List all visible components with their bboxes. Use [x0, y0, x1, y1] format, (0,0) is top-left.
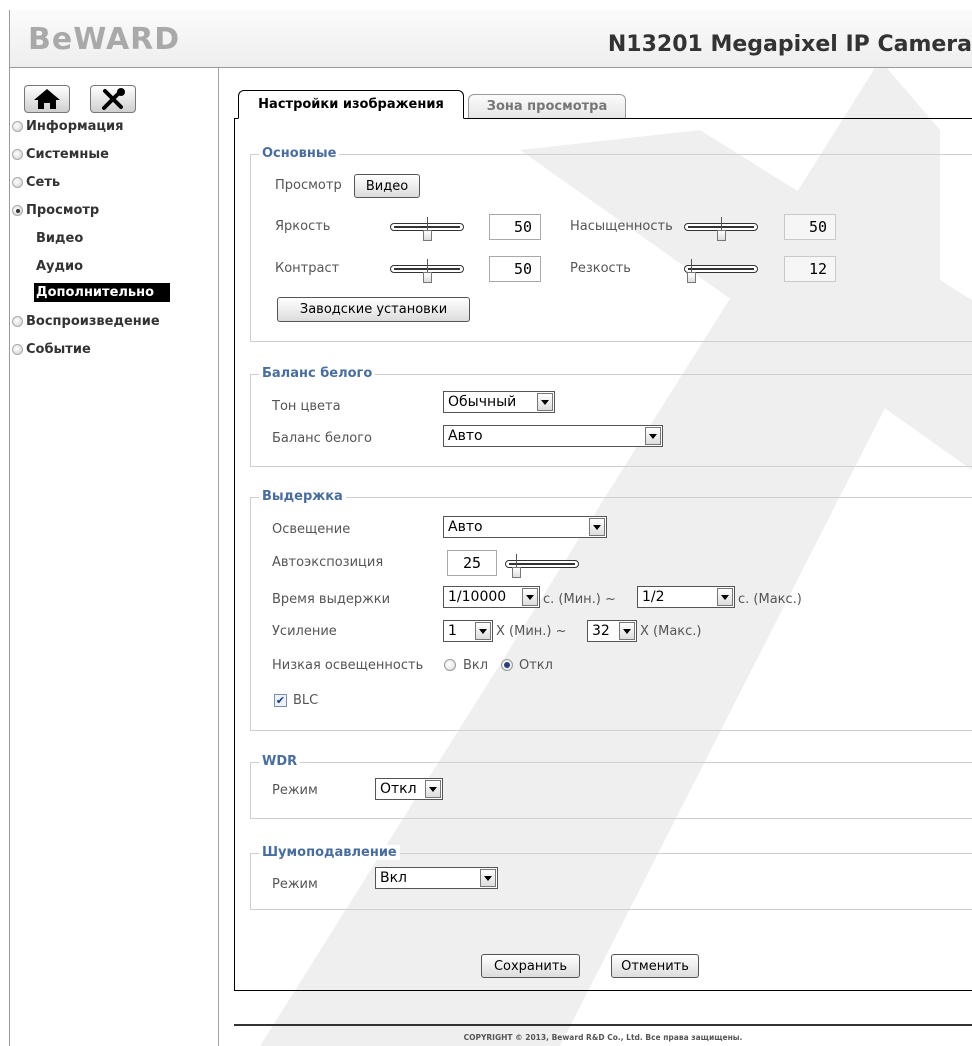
sidebar-item-system[interactable]: Системные: [12, 147, 109, 162]
noise-mode-label: Режим: [272, 877, 318, 892]
header: BeWARD N13201 Megapixel IP Camera: [10, 10, 972, 68]
low-light-off-radio[interactable]: [501, 659, 513, 671]
brightness-label: Яркость: [275, 219, 331, 234]
slider-thumb[interactable]: [423, 217, 432, 241]
chevron-down-icon[interactable]: [480, 869, 496, 887]
low-light-off-label: Откл: [519, 658, 553, 673]
sharpness-label: Резкость: [570, 261, 631, 276]
contrast-value[interactable]: 50: [489, 256, 541, 282]
sidebar-subitem-video[interactable]: Видео: [36, 231, 83, 246]
slider-thumb[interactable]: [687, 259, 696, 283]
shutter-max-unit: с. (Макс.): [738, 592, 802, 607]
auto-exposure-slider[interactable]: [505, 554, 579, 584]
slider-thumb[interactable]: [717, 217, 726, 241]
chevron-down-icon[interactable]: [645, 427, 661, 445]
bullet-icon: [12, 121, 23, 132]
tab-image-settings[interactable]: Настройки изображения: [238, 90, 464, 119]
tools-icon: [102, 88, 125, 110]
white-balance-label: Баланс белого: [272, 431, 373, 446]
low-light-on-label: Вкл: [463, 658, 489, 673]
chevron-down-icon[interactable]: [522, 588, 538, 606]
save-button[interactable]: Сохранить: [481, 954, 580, 978]
sidebar-item-info[interactable]: Информация: [12, 119, 124, 134]
sidebar-item-view[interactable]: Просмотр: [12, 203, 99, 218]
saturation-label: Насыщенность: [570, 219, 673, 234]
noise-reduction-fieldset: Шумоподавление: [250, 845, 972, 910]
chevron-down-icon[interactable]: [717, 588, 733, 606]
saturation-slider[interactable]: [684, 217, 758, 247]
sidebar: Информация Системные Сеть Просмотр Видео…: [10, 68, 218, 1046]
sharpness-slider[interactable]: [684, 259, 758, 289]
copyright-text: COPYRIGHT © 2013, Beward R&D Co., Ltd. В…: [463, 1033, 743, 1042]
color-tone-label: Тон цвета: [272, 399, 341, 414]
auto-exposure-label: Автоэкспозиция: [272, 555, 384, 570]
bullet-active-icon: [12, 205, 23, 216]
saturation-value: 50: [784, 214, 836, 240]
white-balance-select[interactable]: Авто: [443, 425, 663, 447]
white-balance-legend: Баланс белого: [259, 366, 376, 381]
sidebar-subitem-audio[interactable]: Аудио: [36, 259, 83, 274]
slider-thumb[interactable]: [512, 554, 521, 578]
home-button[interactable]: [24, 85, 70, 113]
exposure-legend: Выдержка: [259, 489, 346, 504]
bullet-icon: [12, 149, 23, 160]
blc-checkbox[interactable]: ✔: [274, 694, 287, 707]
blc-label: BLC: [293, 693, 319, 708]
basic-legend: Основные: [259, 146, 340, 161]
contrast-label: Контраст: [275, 261, 340, 276]
slider-thumb[interactable]: [423, 259, 432, 283]
beward-logo: BeWARD: [28, 22, 181, 57]
chevron-down-icon[interactable]: [589, 518, 605, 536]
sidebar-item-network[interactable]: Сеть: [12, 175, 60, 190]
bullet-icon: [12, 177, 23, 188]
noise-reduction-legend: Шумоподавление: [259, 845, 400, 860]
home-icon: [34, 89, 60, 109]
footer-divider: [234, 1024, 972, 1026]
wdr-mode-select[interactable]: Откл: [375, 778, 443, 800]
brightness-slider[interactable]: [390, 217, 464, 247]
chevron-down-icon[interactable]: [537, 393, 553, 411]
tools-button[interactable]: [90, 85, 136, 113]
shutter-min-select[interactable]: 1/10000: [443, 586, 540, 608]
gain-max-unit: X (Макс.): [640, 624, 702, 639]
factory-defaults-button[interactable]: Заводские установки: [277, 297, 470, 322]
lighting-select[interactable]: Авто: [443, 516, 607, 538]
white-balance-fieldset: Баланс белого: [250, 366, 972, 467]
preview-label: Просмотр: [275, 178, 342, 193]
low-light-label: Низкая освещенность: [272, 658, 424, 673]
gain-label: Усиление: [272, 624, 337, 639]
noise-mode-select[interactable]: Вкл: [375, 867, 498, 889]
chevron-down-icon[interactable]: [425, 780, 441, 798]
tab-view-area[interactable]: Зона просмотра: [468, 94, 626, 118]
sidebar-subitem-advanced[interactable]: Дополнительно: [34, 283, 171, 302]
sharpness-value: 12: [784, 256, 836, 282]
shutter-min-unit: с. (Мин.) ~: [543, 592, 616, 607]
low-light-on-radio[interactable]: [444, 659, 456, 671]
exposure-fieldset: Выдержка: [250, 489, 972, 731]
contrast-slider[interactable]: [390, 259, 464, 289]
auto-exposure-value[interactable]: 25: [447, 550, 497, 576]
wdr-mode-label: Режим: [272, 783, 318, 798]
lighting-label: Освещение: [272, 522, 351, 537]
chevron-down-icon[interactable]: [475, 622, 491, 640]
gain-min-select[interactable]: 1: [443, 620, 493, 642]
wdr-fieldset: WDR: [250, 754, 972, 819]
camera-title: N13201 Megapixel IP Camera: [607, 32, 972, 57]
brightness-value[interactable]: 50: [489, 214, 541, 240]
bullet-icon: [12, 316, 23, 327]
cancel-button[interactable]: Отменить: [611, 954, 699, 978]
shutter-max-select[interactable]: 1/2: [637, 586, 735, 608]
gain-max-select[interactable]: 32: [587, 620, 637, 642]
sidebar-item-event[interactable]: Событие: [12, 342, 91, 357]
gain-min-unit: X (Мин.) ~: [496, 624, 567, 639]
chevron-down-icon[interactable]: [619, 622, 635, 640]
color-tone-select[interactable]: Обычный: [443, 391, 555, 413]
bullet-icon: [12, 344, 23, 355]
wdr-legend: WDR: [259, 754, 301, 769]
video-preview-button[interactable]: Видео: [354, 174, 420, 198]
sidebar-item-playback[interactable]: Воспроизведение: [12, 314, 160, 329]
shutter-time-label: Время выдержки: [272, 592, 391, 607]
sidebar-divider: [218, 68, 219, 1046]
